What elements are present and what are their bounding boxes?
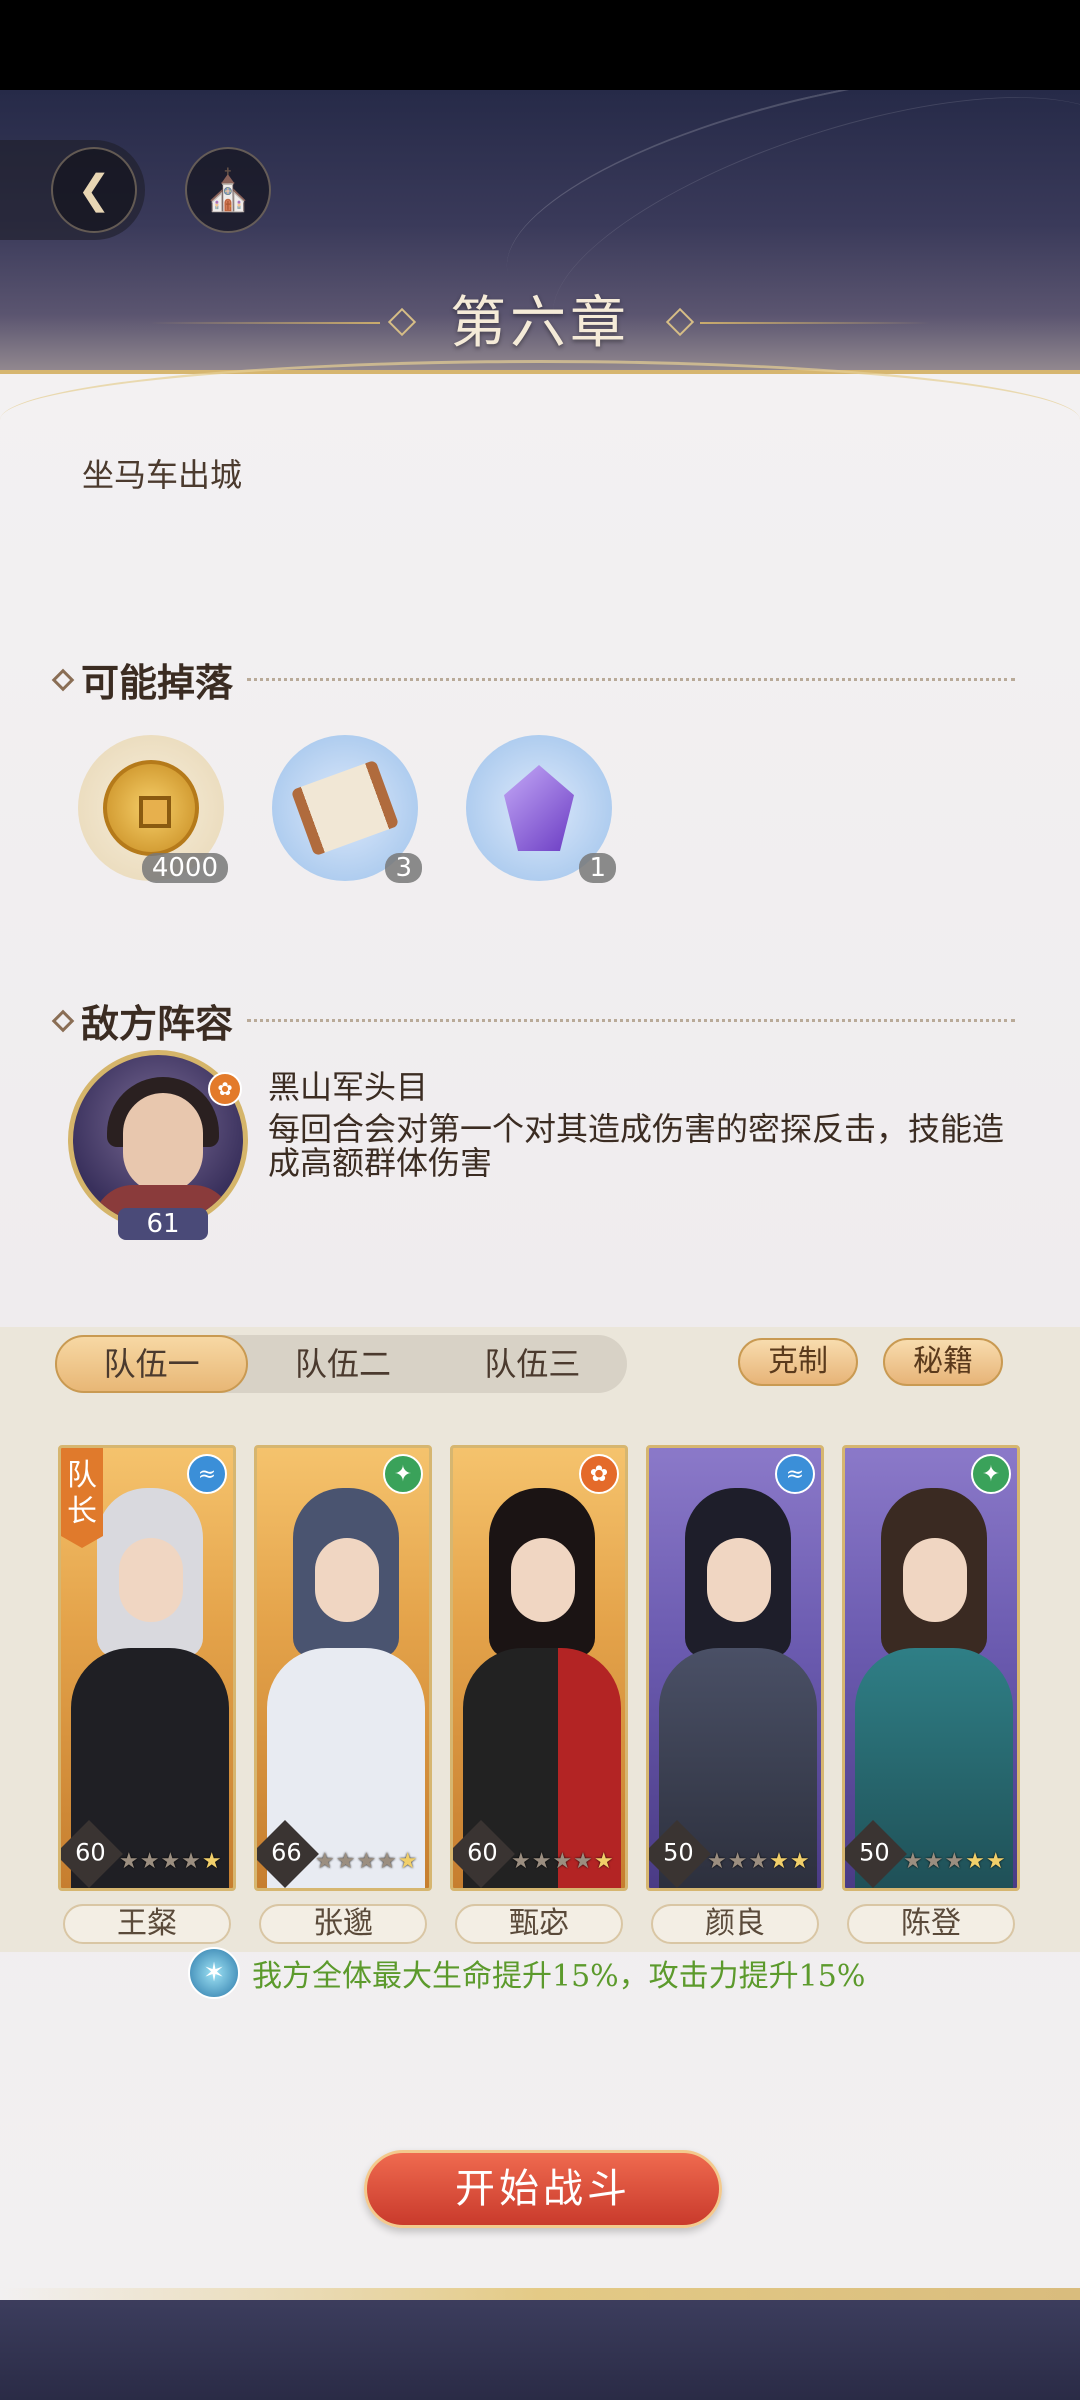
diamond-icon <box>51 1009 75 1032</box>
buff-text: 我方全体最大生命提升15%，攻击力提升15% <box>252 1959 866 1994</box>
team-member-card[interactable]: ≈ 50 ★★★★★ <box>646 1445 824 1891</box>
dotted-divider <box>247 678 1015 681</box>
tab-team-3[interactable]: 队伍三 <box>438 1335 627 1393</box>
team-tabs: 队伍一 队伍二 队伍三 <box>55 1335 627 1393</box>
drops-heading-label: 可能掉落 <box>81 660 234 705</box>
team-member-card[interactable]: ✦ 66 ★★★★★ <box>254 1445 432 1891</box>
enemy-heading-label: 敌方阵容 <box>81 1001 234 1046</box>
enemy-skill-description: 每回合会对第一个对其造成伤害的密探反击，技能造成高额群体伤害 <box>268 1110 1005 1182</box>
enemy-name: 黑山军头目 <box>268 1068 429 1106</box>
member-name: 陈登 <box>847 1904 1015 1944</box>
tab-team-2[interactable]: 队伍二 <box>248 1335 437 1393</box>
drop-item-crystal[interactable]: 1 <box>466 735 616 883</box>
back-arrow-icon: ❮ <box>51 147 137 233</box>
drop-item-coin[interactable]: 4000 <box>78 735 228 883</box>
drops-heading: 可能掉落 <box>51 652 1015 707</box>
water-element-icon: ≈ <box>775 1454 815 1494</box>
bottom-decoration <box>0 2300 1080 2400</box>
star-rating: ★★★★★ <box>707 1849 811 1874</box>
back-button[interactable]: ❮ <box>0 140 145 240</box>
scroll-icon <box>290 759 400 857</box>
team-member-card[interactable]: ✦ 50 ★★★★★ <box>842 1445 1020 1891</box>
status-bar <box>0 0 1080 90</box>
member-name: 颜良 <box>651 1904 819 1944</box>
water-element-icon: ≈ <box>187 1454 227 1494</box>
member-name: 王粲 <box>63 1904 231 1944</box>
fire-element-icon: ✿ <box>579 1454 619 1494</box>
coin-icon <box>103 760 199 856</box>
crystal-icon <box>504 765 574 851</box>
dotted-divider <box>247 1019 1015 1022</box>
enemy-level: 61 <box>118 1208 208 1240</box>
team-member-card[interactable]: 队长 ≈ 60 ★★★★★ <box>58 1445 236 1891</box>
fire-element-icon: ✿ <box>208 1072 242 1106</box>
star-rating: ★★★★★ <box>119 1849 223 1874</box>
buff-icon: ✶ <box>188 1947 240 1999</box>
enemy-heading: 敌方阵容 <box>51 993 1015 1048</box>
team-member-card[interactable]: ✿ 60 ★★★★★ <box>450 1445 628 1891</box>
secret-button[interactable]: 秘籍 <box>883 1338 1003 1386</box>
chapter-title: 第六章 <box>450 291 630 356</box>
drop-count: 4000 <box>141 853 228 883</box>
drop-count: 1 <box>579 853 616 883</box>
pavilion-icon[interactable]: ⛪ <box>185 147 271 233</box>
captain-badge: 队长 <box>61 1448 103 1548</box>
diamond-icon <box>51 668 75 691</box>
star-rating: ★★★★★ <box>315 1849 419 1874</box>
counter-button[interactable]: 克制 <box>738 1338 858 1386</box>
start-battle-button[interactable]: 开始战斗 <box>364 2150 722 2228</box>
wood-element-icon: ✦ <box>971 1454 1011 1494</box>
star-rating: ★★★★★ <box>903 1849 1007 1874</box>
drop-item-scroll[interactable]: 3 <box>272 735 422 883</box>
drop-count: 3 <box>385 853 422 883</box>
member-name: 张邈 <box>259 1904 427 1944</box>
stage-description: 坐马车出城 <box>82 456 243 494</box>
title-divider <box>700 322 930 324</box>
member-name: 甄宓 <box>455 1904 623 1944</box>
wood-element-icon: ✦ <box>383 1454 423 1494</box>
star-rating: ★★★★★ <box>511 1849 615 1874</box>
tab-team-1[interactable]: 队伍一 <box>55 1335 249 1393</box>
team-buff: ✶ 我方全体最大生命提升15%，攻击力提升15% <box>188 1947 866 1999</box>
